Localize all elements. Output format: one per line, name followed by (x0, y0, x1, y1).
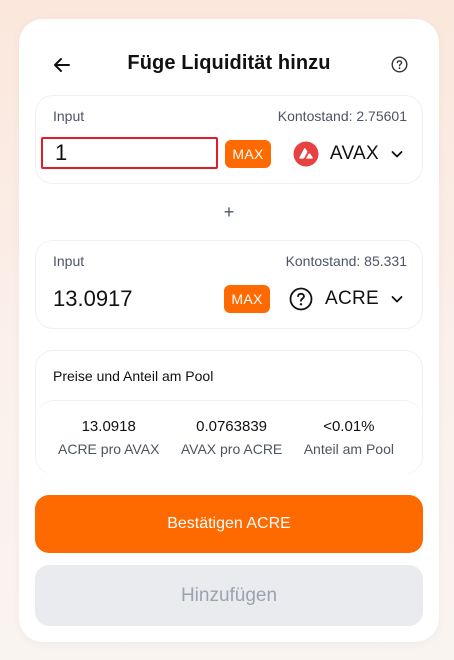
input-label: Input (53, 253, 85, 269)
page-title: Füge Liquidität hinzu (127, 52, 331, 74)
chevron-down-icon (391, 296, 403, 303)
stat-value: 13.0918 (81, 418, 136, 435)
balance-text: Kontostand: 85.331 (285, 253, 407, 269)
token-name: ACRE (325, 288, 379, 309)
stat-pool-share: <0.01% Anteil am Pool (304, 401, 394, 474)
question-circle-icon (288, 286, 314, 312)
stat-label: Anteil am Pool (303, 441, 394, 457)
help-button[interactable] (389, 54, 409, 74)
pool-info: Preise und Anteil am Pool 13.0918 ACRE p… (35, 350, 423, 474)
add-liquidity-button[interactable]: Hinzufügen (35, 565, 423, 626)
amount-input-a[interactable] (41, 137, 218, 169)
stat-acre-per-avax: 13.0918 ACRE pro AVAX (58, 401, 159, 474)
question-circle-icon (390, 55, 408, 73)
stat-value: 0.0763839 (196, 418, 268, 435)
stat-label: ACRE pro AVAX (58, 441, 160, 457)
liquidity-card: Füge Liquidität hinzu Input Kontostand: … (19, 19, 439, 642)
pool-title: Preise und Anteil am Pool (53, 368, 214, 384)
balance-text: Kontostand: 2.75601 (277, 108, 407, 124)
input-panel-a: Input Kontostand: 2.75601 MAX AVAX (35, 95, 423, 184)
stat-value: <0.01% (323, 418, 375, 435)
stat-avax-per-acre: 0.0763839 AVAX pro ACRE (181, 401, 282, 474)
confirm-acre-button[interactable]: Bestätigen ACRE (35, 495, 423, 553)
token-select-acre[interactable]: ACRE (288, 285, 404, 313)
input-label: Input (53, 108, 85, 124)
max-button-b[interactable]: MAX (224, 285, 270, 313)
max-button-a[interactable]: MAX (225, 140, 271, 168)
avax-logo-icon (293, 141, 319, 167)
amount-input-b[interactable]: 13.0917 (53, 286, 133, 312)
token-name: AVAX (329, 143, 379, 164)
pool-stats: 13.0918 ACRE pro AVAX 0.0763839 AVAX pro… (36, 400, 422, 474)
chevron-down-icon (391, 151, 403, 158)
stat-label: AVAX pro ACRE (180, 441, 283, 457)
input-panel-b: Input Kontostand: 85.331 13.0917 MAX ACR… (35, 240, 423, 329)
plus-sign: + (223, 202, 235, 222)
token-select-avax[interactable]: AVAX (293, 140, 404, 168)
